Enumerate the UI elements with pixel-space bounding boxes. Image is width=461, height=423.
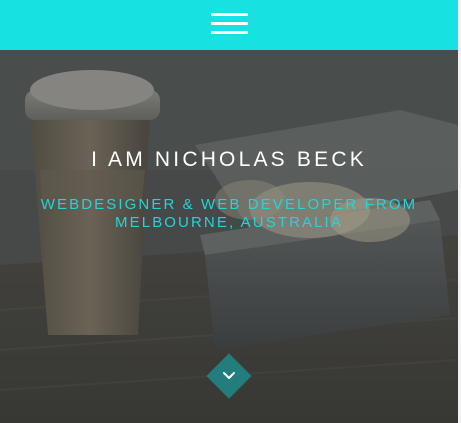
- hero-section: I AM NICHOLAS BECK WEBDESIGNER & WEB DEV…: [0, 50, 458, 423]
- chevron-down-icon: [223, 372, 235, 379]
- hero-title: I AM NICHOLAS BECK: [91, 148, 367, 171]
- top-navbar: [0, 0, 458, 50]
- hamburger-menu-icon: [211, 13, 248, 16]
- scroll-down-button[interactable]: [206, 353, 252, 399]
- hamburger-menu-button[interactable]: [207, 9, 251, 41]
- hero-subtitle: WEBDESIGNER & WEB DEVELOPER FROM MELBOUR…: [40, 196, 418, 231]
- page: I AM NICHOLAS BECK WEBDESIGNER & WEB DEV…: [0, 0, 461, 423]
